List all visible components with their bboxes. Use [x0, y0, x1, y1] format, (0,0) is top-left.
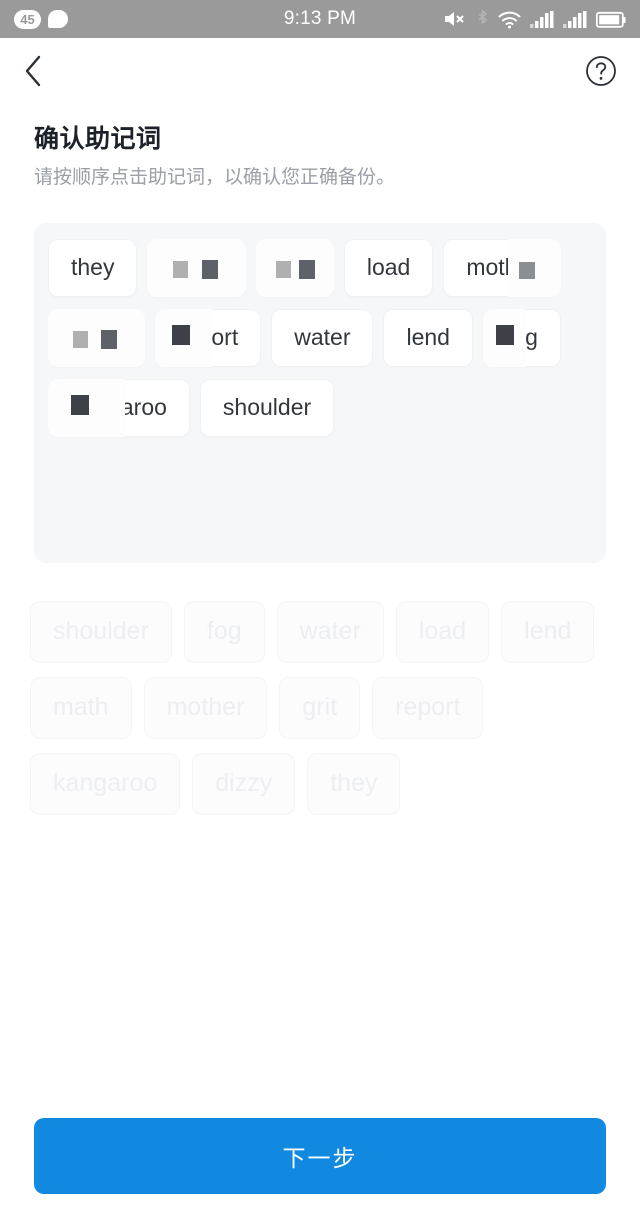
selected-word-label: they — [71, 254, 115, 281]
question-circle-icon — [585, 55, 617, 92]
selected-word-chip[interactable]: water — [271, 308, 374, 367]
bank-word-chip[interactable]: load — [395, 600, 490, 663]
chevron-left-icon — [22, 54, 44, 93]
bank-word-chip[interactable]: kangaroo — [30, 752, 181, 815]
selected-word-chip[interactable]: lend — [383, 308, 473, 367]
word-bank-list: shoulder fog water load lend math mother grit re… — [30, 600, 610, 815]
navigation-bar — [0, 38, 640, 108]
selected-word-chip[interactable]: grit — [255, 238, 334, 297]
bank-word-chip[interactable]: report — [372, 676, 484, 739]
selected-word-label: kangaroo — [71, 394, 167, 421]
status-bar-right — [443, 9, 626, 29]
signal-sim2-icon — [563, 11, 587, 29]
selected-word-label: math — [71, 324, 123, 351]
selected-word-chip[interactable]: load — [343, 238, 434, 297]
selected-word-chip[interactable]: kangaroo — [48, 378, 190, 437]
selected-word-label: water — [294, 324, 351, 351]
bank-word-chip[interactable]: dizzy — [192, 752, 296, 815]
volume-mute-icon — [443, 9, 467, 29]
selected-word-chip[interactable]: report — [155, 308, 262, 367]
selected-word-chip[interactable]: dizzy — [147, 238, 246, 297]
bank-word-chip[interactable]: lend — [501, 600, 595, 663]
page-title: 确认助记词 — [34, 125, 162, 153]
selected-word-chip[interactable]: shoulder — [199, 378, 335, 437]
bank-word-chip[interactable]: they — [307, 752, 401, 815]
bluetooth-icon — [476, 9, 489, 29]
notification-badge: 45 — [14, 9, 41, 29]
selected-word-label: mother — [466, 254, 538, 281]
selected-word-chip[interactable]: fog — [482, 308, 561, 367]
bank-word-chip[interactable]: mother — [143, 676, 268, 739]
signal-sim1-icon — [530, 11, 554, 29]
selected-word-label: dizzy — [170, 254, 223, 281]
bank-word-chip[interactable]: shoulder — [30, 600, 172, 663]
back-button[interactable] — [22, 53, 62, 93]
selected-word-list: they dizzy grit load mother math report water le… — [48, 238, 592, 437]
help-button[interactable] — [584, 55, 618, 92]
bank-word-chip[interactable]: grit — [279, 676, 361, 739]
next-step-button[interactable]: 下一步 — [34, 1118, 606, 1194]
selected-mnemonic-panel: they dizzy grit load mother math report water le… — [34, 222, 606, 563]
selected-word-label: shoulder — [222, 394, 312, 421]
selected-word-chip[interactable]: math — [48, 308, 146, 367]
message-bubble-icon — [48, 10, 68, 28]
page-heading-section: 确认助记词 请按顺序点击助记词，以确认您正确备份。 — [0, 108, 640, 193]
selected-word-chip[interactable]: mother — [443, 238, 561, 297]
selected-word-label: fog — [505, 324, 538, 351]
selected-word-chip[interactable]: they — [48, 238, 138, 297]
status-bar-left: 45 — [14, 9, 68, 29]
selected-word-label: report — [178, 324, 239, 351]
footer-bar: 下一步 — [0, 1118, 640, 1220]
selected-word-label: grit — [278, 254, 311, 281]
bank-word-chip[interactable]: fog — [183, 600, 265, 663]
status-bar: 45 9:13 PM — [0, 0, 640, 38]
bank-word-chip[interactable]: math — [30, 676, 132, 739]
battery-icon — [596, 11, 626, 29]
selected-word-label: lend — [406, 324, 450, 351]
selected-word-label: load — [366, 254, 411, 281]
wifi-icon — [498, 11, 521, 29]
page-subtitle: 请按顺序点击助记词，以确认您正确备份。 — [34, 167, 396, 189]
bank-word-chip[interactable]: water — [276, 600, 384, 663]
